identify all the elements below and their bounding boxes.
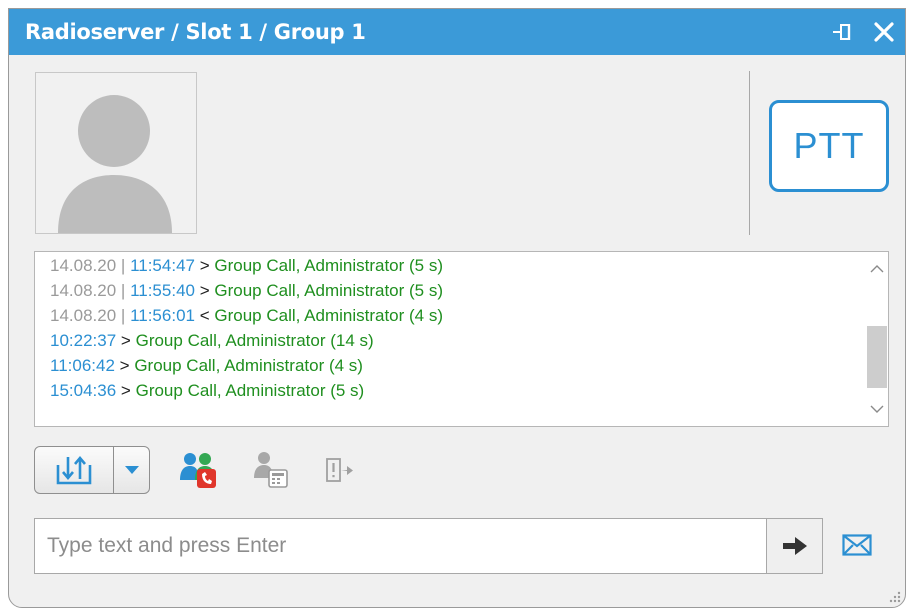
exit-icon[interactable] [317, 449, 361, 491]
resize-grip-icon[interactable] [887, 589, 901, 603]
avatar [35, 72, 197, 234]
send-button[interactable] [767, 518, 823, 574]
user-silhouette-icon [58, 95, 172, 233]
close-icon[interactable] [873, 21, 895, 43]
log-entry-separator: | [116, 256, 131, 275]
log-entry-direction: < [199, 306, 210, 325]
message-input[interactable]: Type text and press Enter [34, 518, 767, 574]
log-entry: 14.08.20 | 11:54:47 > Group Call, Admini… [50, 253, 443, 278]
log-entry: 15:04:36 > Group Call, Administrator (5 … [50, 378, 443, 403]
log-entry-text: Group Call, Administrator (5 s) [135, 381, 365, 400]
scroll-up-icon[interactable] [866, 252, 888, 286]
log-entry-time: 11:06:42 [50, 356, 115, 375]
log-entry-time: 15:04:36 [50, 381, 117, 400]
send-arrow-icon [782, 537, 807, 555]
log-entry-date: 14.08.20 [50, 256, 117, 275]
scroll-thumb[interactable] [867, 326, 887, 388]
log-entry-text: Group Call, Administrator (5 s) [214, 281, 444, 300]
log-entry-separator: | [116, 281, 131, 300]
scroll-down-icon[interactable] [866, 392, 888, 426]
log-entry-text: Group Call, Administrator (5 s) [214, 256, 444, 275]
log-entry: 11:06:42 > Group Call, Administrator (4 … [50, 353, 443, 378]
log-entry-direction: > [199, 256, 210, 275]
pin-icon[interactable] [832, 21, 856, 43]
log-entry-text: Group Call, Administrator (4 s) [134, 356, 363, 375]
log-entry-time: 10:22:37 [50, 331, 117, 350]
channel-split-button[interactable] [34, 446, 150, 494]
log-entry: 10:22:37 > Group Call, Administrator (14… [50, 328, 443, 353]
log-entry-direction: > [120, 331, 131, 350]
window-title: Radioserver / Slot 1 / Group 1 [25, 20, 366, 44]
phone-call-icon[interactable] [249, 449, 293, 491]
log-entry-date: 14.08.20 [50, 306, 117, 325]
log-entry-direction: > [119, 356, 130, 375]
log-entry: 14.08.20 | 11:56:01 < Group Call, Admini… [50, 303, 443, 328]
log-entry-text: Group Call, Administrator (4 s) [214, 306, 444, 325]
envelope-icon[interactable] [839, 529, 875, 561]
call-log[interactable]: 14.08.20 | 11:54:47 > Group Call, Admini… [34, 251, 889, 427]
dropdown-arrow-icon[interactable] [114, 447, 149, 493]
ptt-button-label: PTT [793, 125, 865, 166]
log-entry-direction: > [199, 281, 210, 300]
channel-select-icon[interactable] [35, 447, 113, 493]
log-entry-time: 11:54:47 [130, 256, 195, 275]
log-entry-direction: > [120, 381, 131, 400]
log-entry-time: 11:55:40 [130, 281, 195, 300]
log-entry-separator: | [116, 306, 131, 325]
group-call-icon[interactable] [177, 449, 221, 491]
title-bar[interactable]: Radioserver / Slot 1 / Group 1 [9, 9, 905, 55]
group-call-window: Radioserver / Slot 1 / Group 1 PTT 14.08… [8, 8, 906, 608]
vertical-divider [749, 71, 750, 235]
log-entry-date: 14.08.20 [50, 281, 117, 300]
log-entry-text: Group Call, Administrator (14 s) [135, 331, 374, 350]
ptt-button[interactable]: PTT [769, 100, 889, 192]
log-scrollbar[interactable] [866, 252, 888, 426]
log-entry: 14.08.20 | 11:55:40 > Group Call, Admini… [50, 278, 443, 303]
call-log-lines: 14.08.20 | 11:54:47 > Group Call, Admini… [50, 253, 443, 403]
log-entry-time: 11:56:01 [130, 306, 195, 325]
